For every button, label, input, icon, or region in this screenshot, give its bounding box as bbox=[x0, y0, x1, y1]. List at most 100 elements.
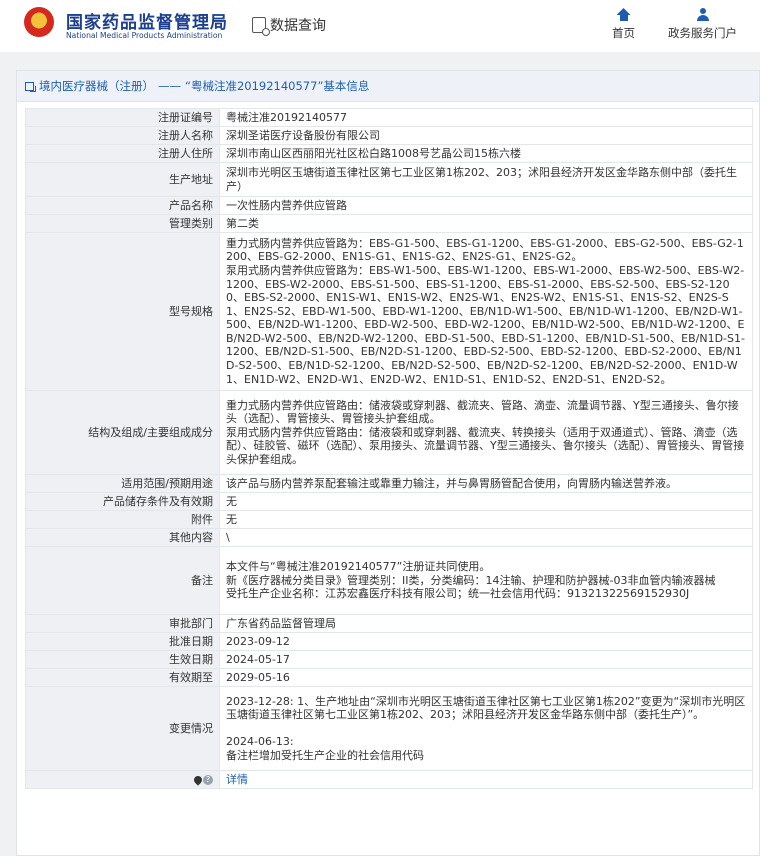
field-value: 2029-05-16 bbox=[219, 668, 753, 687]
table-row: 备注 本文件与“粤械注准20192140577”注册证共同使用。 新《医疗器械分类目… bbox=[25, 546, 753, 615]
table-row: 生效日期 2024-05-17 bbox=[25, 650, 753, 669]
table-row: 适用范围/预期用途 该产品与肠内营养泵配套输注或靠重力输注，并与鼻胃肠管配合使用，… bbox=[25, 474, 753, 493]
field-value-line: 粤械注准20192140577 bbox=[226, 110, 347, 124]
field-label: 产品名称 bbox=[25, 196, 220, 215]
field-value: 本文件与“粤械注准20192140577”注册证共同使用。 新《医疗器械分类目录》… bbox=[219, 546, 753, 615]
table-row: 注册证编号 粤械注准20192140577 bbox=[25, 108, 753, 127]
field-value-line: 2023-12-28: 1、生产地址由“深圳市光明区玉塘街道玉律社区第七工业区第… bbox=[226, 694, 746, 722]
field-value-line: 广东省药品监督管理局 bbox=[226, 616, 336, 630]
field-label: 其他内容 bbox=[25, 528, 220, 547]
table-row: 有效期至 2029-05-16 bbox=[25, 668, 753, 687]
registration-info-table: 注册证编号 粤械注准20192140577 注册人名称 深圳圣诺医疗设备股份有限公司注… bbox=[25, 108, 753, 789]
field-label: 结构及组成/主要组成成分 bbox=[25, 390, 220, 475]
field-value-line: 第二类 bbox=[226, 216, 259, 230]
field-value-line: 受托生产企业名称：江苏宏鑫医疗科技有限公司；统一社会信用代码：913213225… bbox=[226, 587, 690, 601]
detail-cell: 详情 bbox=[219, 770, 753, 789]
field-value-line: 泵用式肠内营养供应管路为：EBS-W1-500、EBS-W1-1200、EBS-… bbox=[226, 263, 745, 386]
table-row: 审批部门 广东省药品监督管理局 bbox=[25, 614, 753, 633]
field-value: 深圳市光明区玉塘街道玉律社区第七工业区第1栋202、203；沭阳县经济开发区金华… bbox=[219, 162, 753, 197]
table-row: 其他内容 \ bbox=[25, 528, 753, 547]
field-value: 粤械注准20192140577 bbox=[219, 108, 753, 127]
field-value: 第二类 bbox=[219, 214, 753, 233]
table-row: 注册人住所 深圳市南山区西丽阳光社区松白路1008号艺晶公司15栋六楼 bbox=[25, 144, 753, 163]
field-label: 审批部门 bbox=[25, 614, 220, 633]
breadcrumb-current: “粤械注准20192140577”基本信息 bbox=[185, 79, 370, 93]
field-value-line: 该产品与肠内营养泵配套输注或靠重力输注，并与鼻胃肠管配合使用，向胃肠内输送营养液… bbox=[226, 476, 677, 490]
field-value-line: 2023-09-12 bbox=[226, 634, 290, 648]
field-value-line: 泵用式肠内营养供应管路由：储液袋和或穿刺器、截流夹、转换接头（适用于双通道式）、… bbox=[226, 425, 745, 466]
field-value-line: 无 bbox=[226, 512, 237, 526]
footer-icons: ? bbox=[25, 770, 220, 789]
field-value: 重力式肠内营养供应管路为：EBS-G1-500、EBS-G1-1200、EBS-… bbox=[219, 232, 753, 391]
table-row: 变更情况 2023-12-28: 1、生产地址由“深圳市光明区玉塘街道玉律社区第七… bbox=[25, 686, 753, 771]
home-icon bbox=[617, 8, 631, 21]
field-value-line: 一次性肠内营养供应管路 bbox=[226, 198, 347, 212]
table-row: 生产地址 深圳市光明区玉塘街道玉律社区第七工业区第1栋202、203；沭阳县经济开… bbox=[25, 162, 753, 197]
breadcrumb-category-link[interactable]: 境内医疗器械（注册） bbox=[39, 78, 154, 94]
table-row: ? 详情 bbox=[25, 770, 753, 789]
table-row: 注册人名称 深圳圣诺医疗设备股份有限公司 bbox=[25, 126, 753, 145]
nav-home[interactable]: 首页 bbox=[612, 8, 635, 41]
site-header: 国家药品监督管理局 National Medical Products Admi… bbox=[0, 0, 760, 52]
field-label: 管理类别 bbox=[25, 214, 220, 233]
field-value: 深圳圣诺医疗设备股份有限公司 bbox=[219, 126, 753, 145]
field-value-line: 2024-05-17 bbox=[226, 652, 290, 666]
user-icon bbox=[696, 8, 710, 21]
field-value: 无 bbox=[219, 492, 753, 511]
site-name-english: National Medical Products Administration bbox=[66, 31, 223, 40]
field-value-line: 2024-06-13: bbox=[226, 735, 294, 749]
field-label: 有效期至 bbox=[25, 668, 220, 687]
table-row: 型号规格 重力式肠内营养供应管路为：EBS-G1-500、EBS-G1-1200、… bbox=[25, 232, 753, 391]
external-link-icon bbox=[25, 81, 36, 92]
field-value-line: 备注栏增加受托生产企业的社会信用代码 bbox=[226, 748, 424, 762]
field-value: 深圳市南山区西丽阳光社区松白路1008号艺晶公司15栋六楼 bbox=[219, 144, 753, 163]
table-row: 产品名称 一次性肠内营养供应管路 bbox=[25, 196, 753, 215]
field-label: 型号规格 bbox=[25, 232, 220, 391]
table-row: 产品储存条件及有效期无 bbox=[25, 492, 753, 511]
field-value-line: 深圳市光明区玉塘街道玉律社区第七工业区第1栋202、203；沭阳县经济开发区金华… bbox=[226, 165, 737, 193]
field-value-line: 本文件与“粤械注准20192140577”注册证共同使用。 bbox=[226, 560, 491, 574]
field-value: 一次性肠内营养供应管路 bbox=[219, 196, 753, 215]
field-label: 生效日期 bbox=[25, 650, 220, 669]
national-emblem-icon bbox=[24, 7, 54, 37]
field-value: \ bbox=[219, 528, 753, 547]
field-label: 批准日期 bbox=[25, 632, 220, 651]
table-row: 附件无 bbox=[25, 510, 753, 529]
field-value-line: 无 bbox=[226, 494, 237, 508]
detail-panel: 境内医疗器械（注册） —— “粤械注准20192140577”基本信息 注册证编… bbox=[16, 70, 760, 856]
field-value: 重力式肠内营养供应管路由：储液袋或穿刺器、截流夹、管路、滴壶、流量调节器、Y型三… bbox=[219, 390, 753, 475]
field-value: 无 bbox=[219, 510, 753, 529]
field-value-line: 深圳圣诺医疗设备股份有限公司 bbox=[226, 128, 380, 142]
field-label: 备注 bbox=[25, 546, 220, 615]
help-icon[interactable]: ? bbox=[203, 774, 213, 785]
field-value: 2023-09-12 bbox=[219, 632, 753, 651]
field-label: 产品储存条件及有效期 bbox=[25, 492, 220, 511]
field-value: 广东省药品监督管理局 bbox=[219, 614, 753, 633]
field-value-line: 重力式肠内营养供应管路为：EBS-G1-500、EBS-G1-1200、EBS-… bbox=[226, 236, 744, 264]
field-label: 注册人住所 bbox=[25, 144, 220, 163]
field-value: 2023-12-28: 1、生产地址由“深圳市光明区玉塘街道玉律社区第七工业区第… bbox=[219, 686, 753, 771]
field-label: 变更情况 bbox=[25, 686, 220, 771]
field-label: 附件 bbox=[25, 510, 220, 529]
field-value-line: 深圳市南山区西丽阳光社区松白路1008号艺晶公司15栋六楼 bbox=[226, 146, 521, 160]
site-name[interactable]: 国家药品监督管理局 bbox=[66, 8, 228, 33]
detail-link[interactable]: 详情 bbox=[226, 773, 248, 786]
breadcrumb-separator: —— bbox=[158, 79, 181, 93]
field-value-line: 2029-05-16 bbox=[226, 670, 290, 684]
data-query-link[interactable]: 数据查询 bbox=[252, 14, 326, 36]
document-search-icon bbox=[252, 17, 270, 36]
table-row: 管理类别 第二类 bbox=[25, 214, 753, 233]
field-label: 适用范围/预期用途 bbox=[25, 474, 220, 493]
table-row: 批准日期 2023-09-12 bbox=[25, 632, 753, 651]
field-value: 2024-05-17 bbox=[219, 650, 753, 669]
field-value-line: 新《医疗器械分类目录》管理类别：II类，分类编码：14注输、护理和防护器械-03… bbox=[226, 573, 716, 587]
breadcrumb: 境内医疗器械（注册） —— “粤械注准20192140577”基本信息 bbox=[17, 71, 759, 102]
nav-home-label: 首页 bbox=[612, 26, 635, 40]
nav-service-portal[interactable]: 政务服务门户 bbox=[668, 8, 737, 41]
location-pin-icon bbox=[192, 774, 204, 786]
nav-portal-label: 政务服务门户 bbox=[668, 26, 737, 40]
table-row: 结构及组成/主要组成成分 重力式肠内营养供应管路由：储液袋或穿刺器、截流夹、管路、… bbox=[25, 390, 753, 475]
field-label: 注册证编号 bbox=[25, 108, 220, 127]
field-label: 生产地址 bbox=[25, 162, 220, 197]
data-query-label: 数据查询 bbox=[270, 18, 326, 34]
